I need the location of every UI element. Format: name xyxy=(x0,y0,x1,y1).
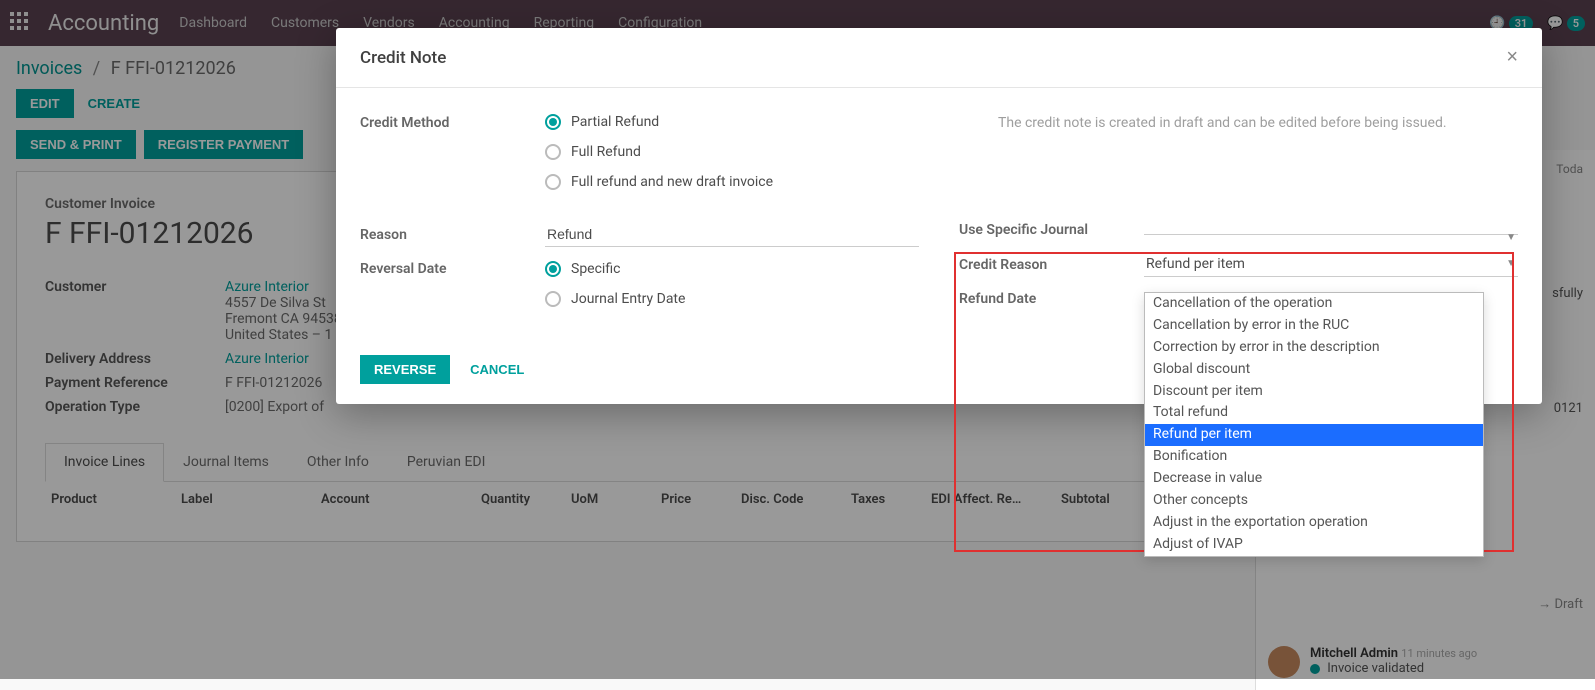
credit-reason-dropdown: Cancellation of the operationCancellatio… xyxy=(1144,292,1484,557)
radio-journal-label: Journal Entry Date xyxy=(571,291,685,307)
dropdown-option[interactable]: Other concepts xyxy=(1145,490,1483,512)
credit-reason-label: Credit Reason xyxy=(959,257,1144,273)
credit-note-hint: The credit note is created in draft and … xyxy=(998,114,1518,204)
radio-specific-date[interactable]: Specific xyxy=(545,261,919,277)
modal-title: Credit Note xyxy=(360,48,446,68)
credit-reason-value: Refund per item xyxy=(1146,256,1245,272)
journal-label: Use Specific Journal xyxy=(959,222,1144,238)
dropdown-option[interactable]: Cancellation of the operation xyxy=(1145,293,1483,315)
dropdown-option[interactable]: Total refund xyxy=(1145,402,1483,424)
radio-full-refund[interactable]: Full Refund xyxy=(545,144,998,160)
credit-note-modal: Credit Note × Credit Method Partial Refu… xyxy=(336,28,1542,404)
radio-full-draft-label: Full refund and new draft invoice xyxy=(571,174,773,190)
reverse-button[interactable]: REVERSE xyxy=(360,355,450,384)
dropdown-option[interactable]: Refund per item xyxy=(1145,424,1483,446)
radio-journal-entry-date[interactable]: Journal Entry Date xyxy=(545,291,919,307)
dropdown-option[interactable]: Correction by error in the description xyxy=(1145,337,1483,359)
journal-select[interactable]: ▼ xyxy=(1144,226,1518,235)
dropdown-option[interactable]: Global discount xyxy=(1145,359,1483,381)
radio-specific-label: Specific xyxy=(571,261,620,277)
chevron-down-icon: ▼ xyxy=(1506,258,1516,269)
dropdown-option[interactable]: Discount per item xyxy=(1145,381,1483,403)
radio-full-draft[interactable]: Full refund and new draft invoice xyxy=(545,174,998,190)
refund-date-label: Refund Date xyxy=(959,291,1144,307)
radio-full-label: Full Refund xyxy=(571,144,641,160)
radio-partial-refund[interactable]: Partial Refund xyxy=(545,114,998,130)
dropdown-option[interactable]: Bonification xyxy=(1145,446,1483,468)
dropdown-option[interactable]: Decrease in value xyxy=(1145,468,1483,490)
credit-reason-select[interactable]: Refund per item ▼ xyxy=(1144,252,1518,277)
reason-label: Reason xyxy=(360,227,545,243)
reversal-date-label: Reversal Date xyxy=(360,261,545,277)
reason-input[interactable] xyxy=(545,222,919,247)
radio-partial-label: Partial Refund xyxy=(571,114,659,130)
close-icon[interactable]: × xyxy=(1506,46,1518,69)
dropdown-option[interactable]: Cancellation by error in the RUC xyxy=(1145,315,1483,337)
dropdown-option[interactable]: Adjust of IVAP xyxy=(1145,534,1483,556)
credit-method-label: Credit Method xyxy=(360,114,545,204)
chevron-down-icon: ▼ xyxy=(1506,232,1516,243)
dropdown-option[interactable]: Adjust in the exportation operation xyxy=(1145,512,1483,534)
cancel-button[interactable]: CANCEL xyxy=(466,355,528,384)
